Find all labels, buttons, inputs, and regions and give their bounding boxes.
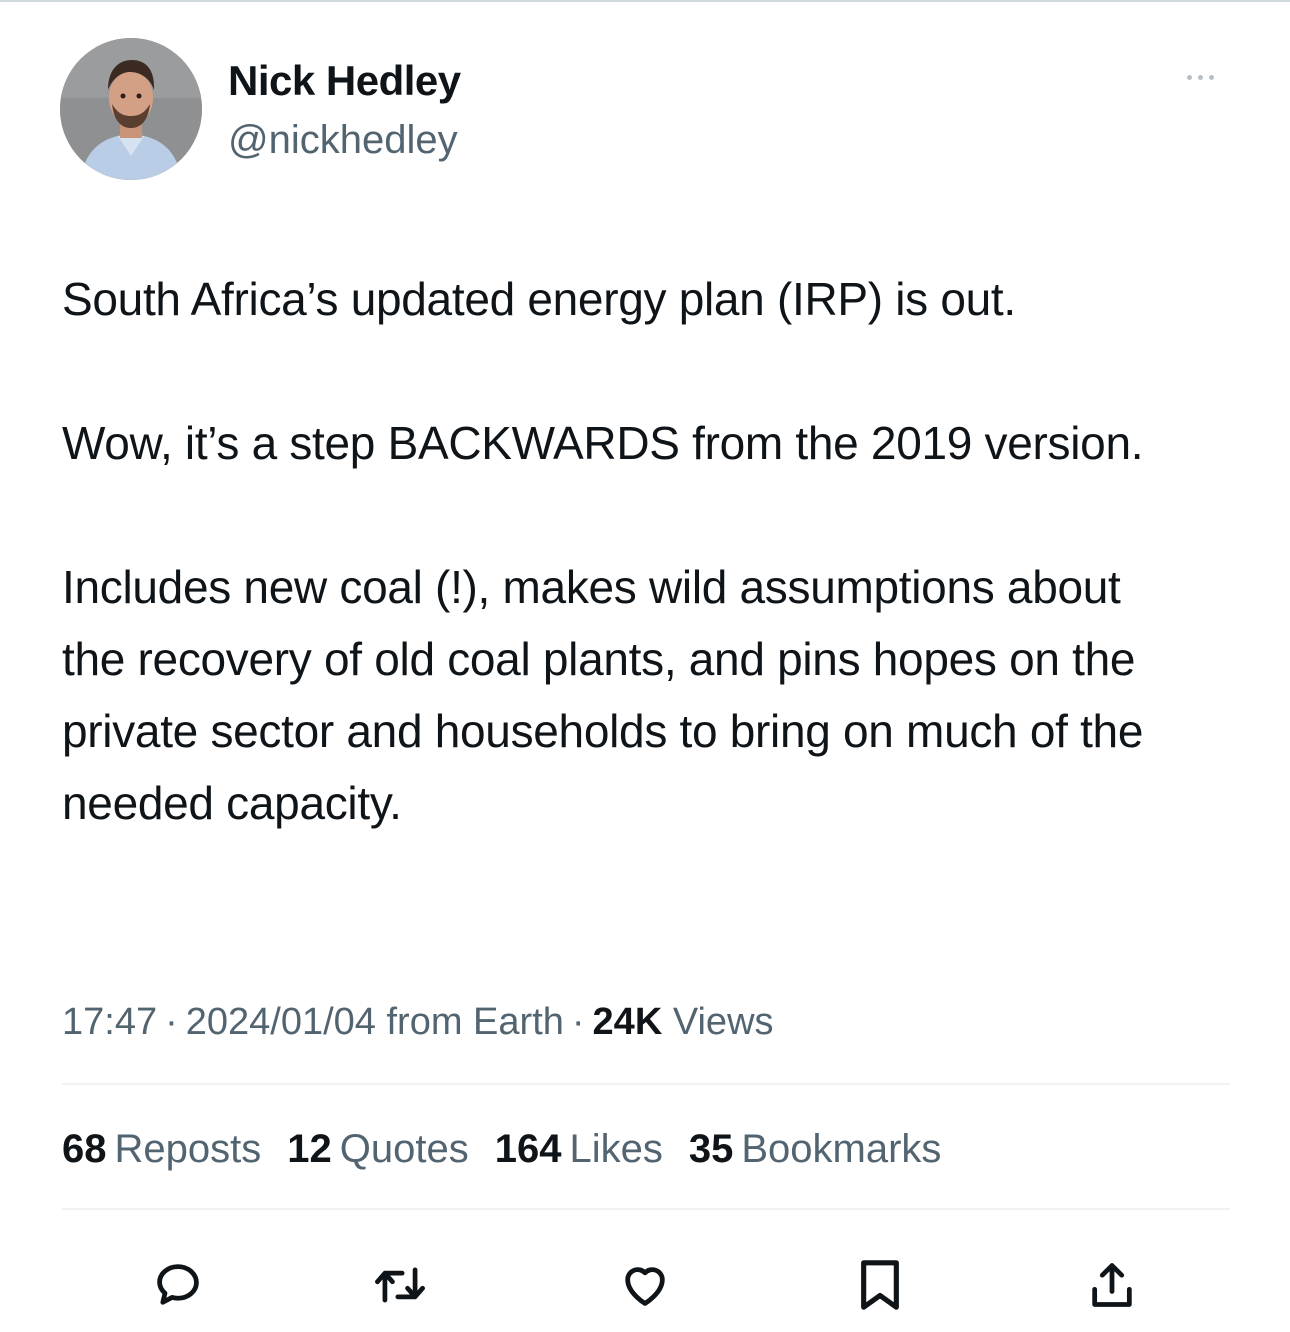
- bookmark-icon: [861, 1260, 899, 1310]
- repost-button[interactable]: [365, 1250, 435, 1320]
- more-options-button[interactable]: [1170, 62, 1230, 92]
- tweet-source: from Earth: [386, 1001, 564, 1043]
- views-label: Views: [672, 1001, 774, 1043]
- repost-icon: [375, 1267, 425, 1303]
- tweet-paragraph: South Africa’s updated energy plan (IRP)…: [62, 273, 1016, 325]
- tweet-paragraph: Wow, it’s a step BACKWARDS from the 2019…: [62, 417, 1144, 469]
- meta-separator: ·: [165, 1001, 178, 1043]
- reposts-label: Reposts: [114, 1127, 262, 1171]
- reply-button[interactable]: [143, 1250, 213, 1320]
- more-dot-icon: [1208, 74, 1214, 80]
- author-display-name[interactable]: Nick Hedley: [228, 56, 461, 106]
- reposts-stat[interactable]: 68 Reposts: [62, 1124, 261, 1174]
- bookmarks-label: Bookmarks: [741, 1127, 942, 1171]
- tweet-time[interactable]: 17:47: [62, 1001, 157, 1043]
- more-dot-icon: [1186, 74, 1192, 80]
- avatar[interactable]: [60, 38, 202, 180]
- avatar-photo: [60, 38, 202, 180]
- likes-label: Likes: [569, 1127, 663, 1171]
- tweet-text: South Africa’s updated energy plan (IRP)…: [62, 263, 1232, 839]
- likes-count: 164: [494, 1127, 562, 1171]
- meta-separator: ·: [571, 1001, 585, 1043]
- quotes-label: Quotes: [339, 1127, 469, 1171]
- bookmarks-count: 35: [688, 1127, 734, 1171]
- more-dot-icon: [1197, 74, 1203, 80]
- top-border: [0, 0, 1290, 2]
- bookmark-button[interactable]: [845, 1250, 915, 1320]
- divider: [62, 1083, 1230, 1085]
- action-bar: [0, 1250, 1290, 1320]
- quotes-count: 12: [287, 1127, 332, 1171]
- likes-stat[interactable]: 164 Likes: [495, 1124, 663, 1174]
- divider: [62, 1208, 1230, 1210]
- bookmarks-stat[interactable]: 35 Bookmarks: [689, 1124, 942, 1174]
- quotes-stat[interactable]: 12 Quotes: [287, 1124, 468, 1174]
- heart-icon: [625, 1267, 665, 1306]
- tweet-meta: 17:47 · 2024/01/04 from Earth · 24K Views: [62, 998, 774, 1046]
- views-count: 24K: [592, 1001, 663, 1043]
- tweet-paragraph: Includes new coal (!), makes wild assump…: [62, 561, 1144, 829]
- tweet-stats: 68 Reposts 12 Quotes 164 Likes 35 Bookmarks: [62, 1124, 941, 1174]
- share-icon: [1092, 1263, 1132, 1307]
- reposts-count: 68: [62, 1127, 107, 1171]
- share-button[interactable]: [1077, 1250, 1147, 1320]
- reply-icon: [157, 1264, 199, 1305]
- tweet-date[interactable]: 2024/01/04: [186, 1001, 376, 1043]
- like-button[interactable]: [610, 1250, 680, 1320]
- author-handle[interactable]: @nickhedley: [228, 116, 458, 164]
